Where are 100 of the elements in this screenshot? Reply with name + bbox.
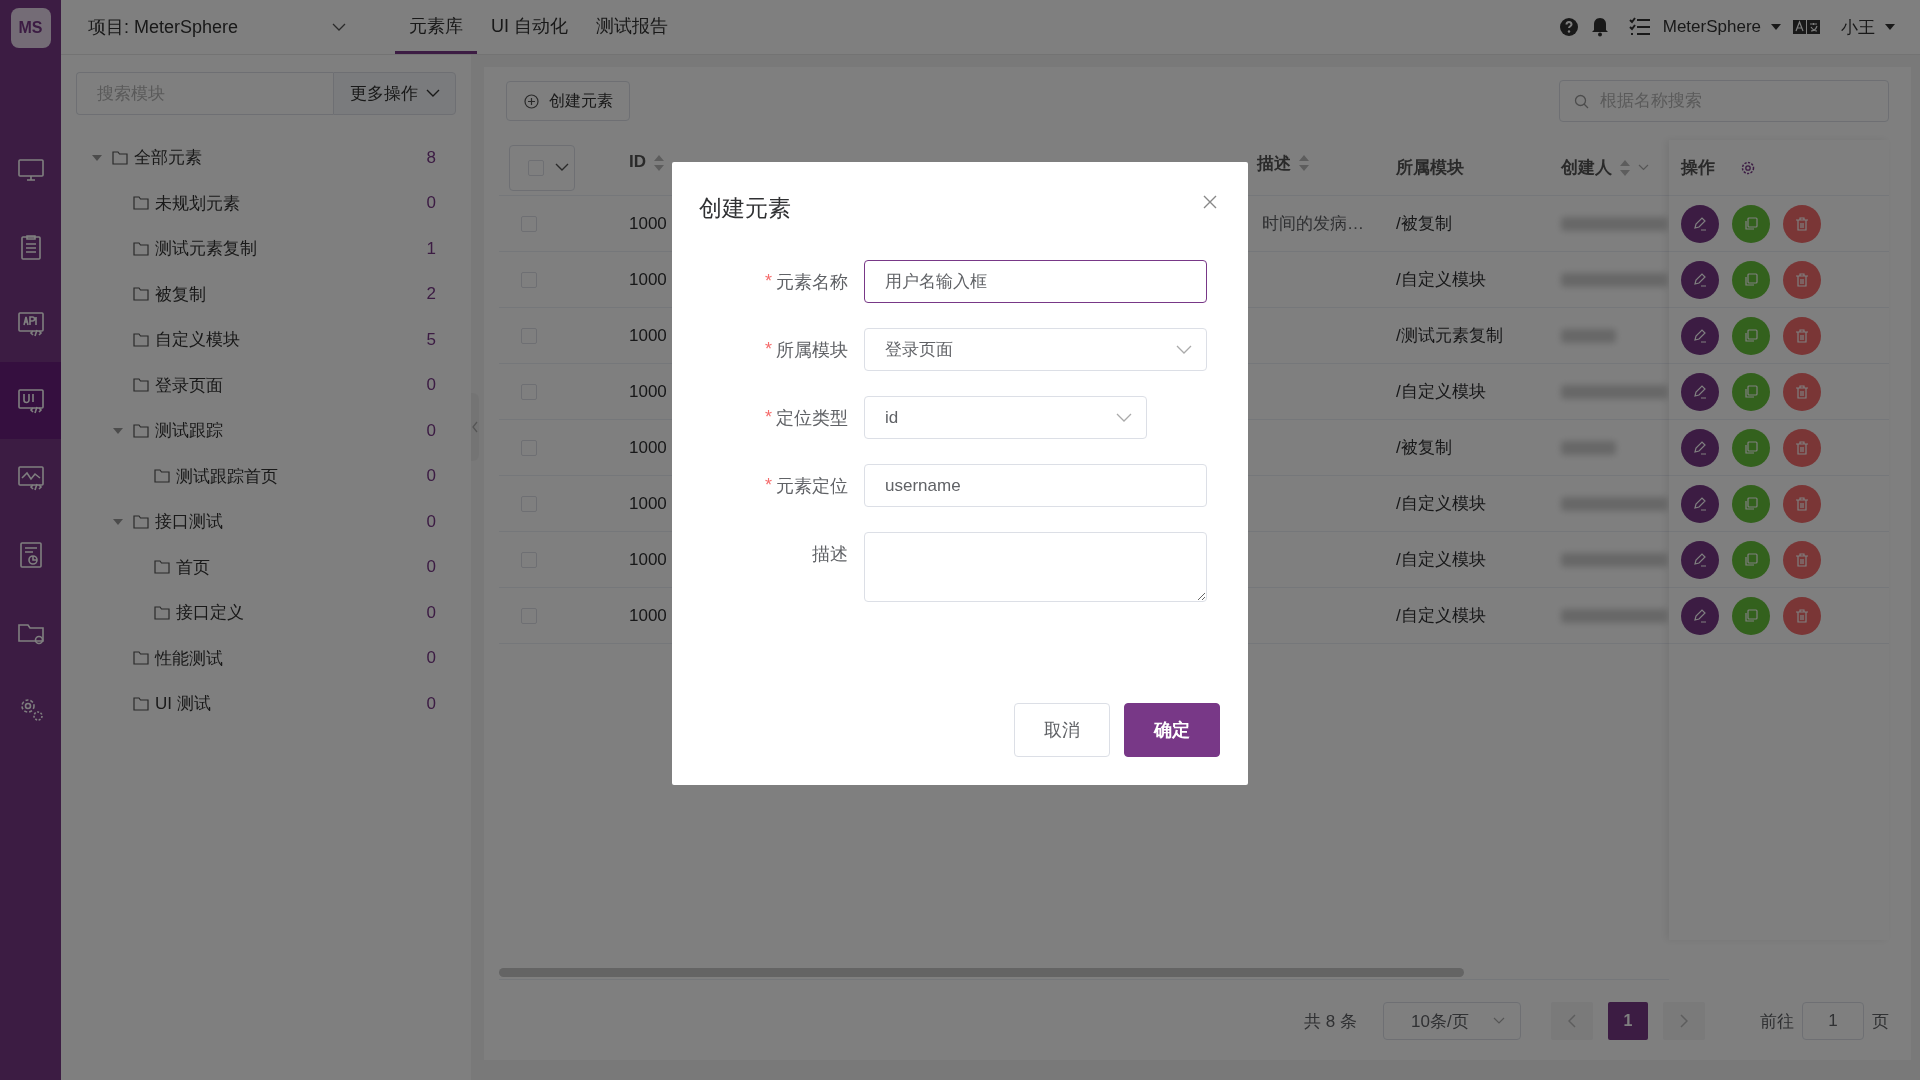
delete-button[interactable] [1783,596,1821,635]
tree-item[interactable]: 测试元素复制 [155,237,257,261]
nav-tab[interactable]: UI 自动化 [477,0,582,54]
delete-button[interactable] [1783,204,1821,243]
copy-button[interactable] [1732,316,1770,355]
tree-item[interactable]: 自定义模块 [155,328,240,352]
pencil-icon [1692,271,1708,288]
help-icon[interactable] [1558,17,1579,37]
tree-item[interactable]: 性能测试 [155,646,223,670]
copy-button[interactable] [1732,540,1770,579]
folder-icon [133,423,149,438]
table-cell-text: /被复制 [1396,213,1452,235]
pencil-icon [1692,215,1708,232]
table-cell: 1000 [629,269,667,290]
select-field[interactable]: id [864,396,1147,439]
close-icon[interactable] [1202,194,1218,210]
tree-item[interactable]: 接口定义 [176,601,244,625]
column-header: ID [629,152,646,172]
tree-item[interactable]: 测试跟踪 [155,419,223,443]
chevron-left-icon [1568,1014,1576,1028]
edit-button[interactable] [1681,316,1719,355]
user-dropdown[interactable]: 小王 [1841,15,1895,39]
horizontal-scrollbar[interactable] [499,967,1464,977]
item-count: 0 [426,511,436,532]
tree-item[interactable]: 未规划元素 [155,191,240,215]
table-cell-text: /自定义模块 [1396,269,1486,291]
folder-icon [154,560,170,575]
copy-button[interactable] [1732,204,1770,243]
workspace-dropdown[interactable]: MeterSphere [1662,17,1781,37]
field-label: 所属模块 [776,338,848,362]
chevron-down-icon [332,22,346,32]
create-element-button[interactable]: 创建元素 [506,81,630,121]
delete-button[interactable] [1783,428,1821,467]
item-count: 0 [426,693,436,714]
confirm-button[interactable]: 确定 [1124,703,1220,757]
logo: MS [10,8,51,48]
item-count: 0 [426,193,436,214]
copy-button[interactable] [1732,596,1770,635]
folder-icon [133,514,149,529]
edit-button[interactable] [1681,260,1719,299]
trash-icon [1794,551,1810,568]
nav-item[interactable] [0,362,61,439]
sort-icon[interactable] [1620,159,1630,176]
delete-button[interactable] [1783,372,1821,411]
cancel-button[interactable]: 取消 [1014,703,1110,757]
tree-item[interactable]: 登录页面 [155,373,223,397]
delete-button[interactable] [1783,484,1821,523]
tree-item[interactable]: 全部元素 [134,146,202,170]
copy-button[interactable] [1732,372,1770,411]
translate-icon[interactable] [1793,18,1821,36]
bell-icon[interactable] [1590,17,1609,37]
table-cell-text: /被复制 [1396,437,1452,459]
trash-icon [1794,495,1810,512]
edit-button[interactable] [1681,484,1719,523]
sort-icon[interactable] [654,155,664,171]
delete-button[interactable] [1783,260,1821,299]
copy-button[interactable] [1732,484,1770,523]
search-icon [1574,94,1589,109]
dialog-title: 创建元素 [699,194,791,223]
delete-button[interactable] [1783,316,1821,355]
previous-page-button[interactable] [1551,1002,1593,1040]
tree-item[interactable]: 接口测试 [155,510,223,534]
chevron-down-icon[interactable] [1638,164,1649,171]
copy-button[interactable] [1732,428,1770,467]
field-label: 定位类型 [776,406,848,430]
select-all-dropdown[interactable] [509,144,575,191]
page-number[interactable]: 1 [1608,1002,1648,1040]
edit-button[interactable] [1681,428,1719,467]
text-area[interactable] [864,532,1207,602]
item-count: 0 [426,602,436,623]
folder-icon [154,469,170,484]
tree-item[interactable]: 测试跟踪首页 [176,464,278,488]
next-page-button[interactable] [1663,1002,1705,1040]
trash-icon [1794,439,1810,456]
input-field[interactable]: username [864,464,1207,507]
more-actions-button[interactable]: 更多操作 [333,72,456,115]
edit-button[interactable] [1681,540,1719,579]
table-cell-text: /自定义模块 [1396,493,1486,515]
edit-button[interactable] [1681,372,1719,411]
nav-tab[interactable]: 测试报告 [582,0,682,54]
tree-item[interactable]: UI 测试 [155,692,211,716]
edit-button[interactable] [1681,204,1719,243]
collapse-handle[interactable] [471,393,479,461]
delete-button[interactable] [1783,540,1821,579]
page-size-select[interactable]: 10条/页 [1383,1002,1521,1040]
chevron-down-icon [554,163,569,172]
trash-icon [1794,383,1810,400]
sort-icon[interactable] [1299,155,1309,171]
folder-icon [133,287,149,302]
copy-button[interactable] [1732,260,1770,299]
tree-item[interactable]: 首页 [176,555,210,579]
select-field[interactable]: 登录页面 [864,328,1207,371]
project-select[interactable]: 项目: MeterSphere [61,0,366,54]
edit-button[interactable] [1681,596,1719,635]
column-header: 所属模块 [1396,157,1464,179]
settings-icon[interactable] [1740,159,1756,176]
tree-item[interactable]: 被复制 [155,282,206,306]
task-list-icon[interactable] [1628,17,1651,37]
page-input[interactable]: 1 [1802,1002,1864,1040]
input-field[interactable]: 用户名输入框 [864,260,1207,303]
